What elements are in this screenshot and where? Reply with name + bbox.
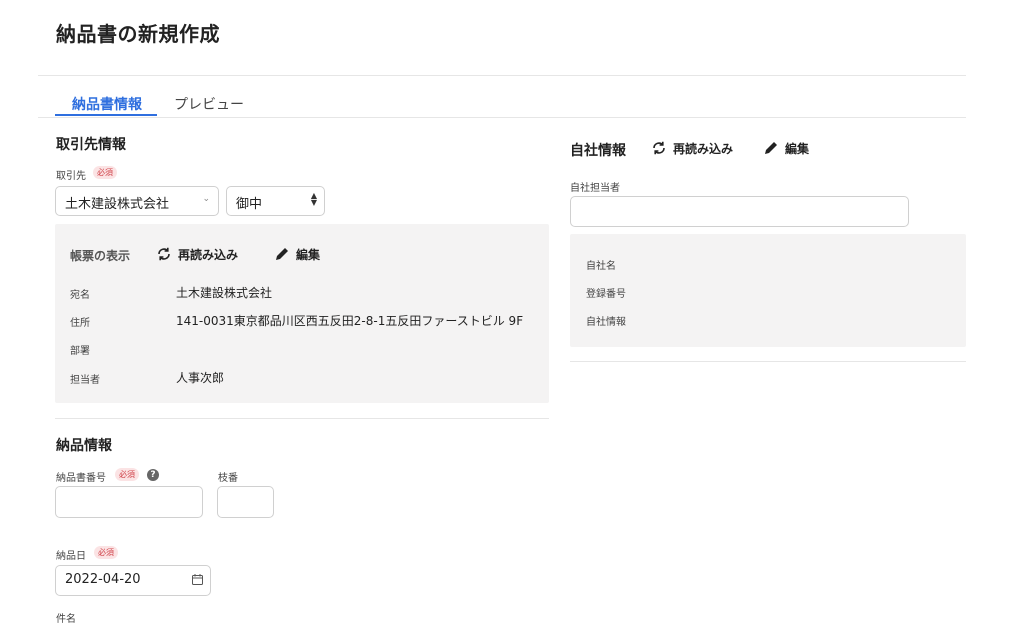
company-person-input[interactable]: [570, 196, 909, 227]
client-select-value: 土木建設株式会社: [65, 197, 170, 212]
row-label-company-name: 自社名: [586, 261, 616, 272]
client-select[interactable]: 土木建設株式会社 ⌄: [55, 186, 219, 216]
tabs-divider: [38, 117, 966, 118]
header-divider: [38, 75, 966, 76]
company-edit-label: 編集: [785, 142, 810, 156]
delivery-date-label: 納品日: [56, 551, 86, 562]
delivery-number-label: 納品書番号: [56, 473, 106, 484]
delivery-date-value: 2022-04-20: [65, 572, 141, 587]
display-edit-label: 編集: [296, 248, 321, 262]
reload-icon: [653, 141, 665, 155]
chevron-down-icon: ⌄: [202, 194, 210, 204]
row-label-company-info: 自社情報: [586, 317, 626, 328]
pencil-icon: [765, 142, 777, 154]
company-person-label: 自社担当者: [570, 183, 620, 194]
tab-delivery-info[interactable]: 納品書情報: [72, 94, 142, 114]
company-section-title: 自社情報: [570, 143, 626, 159]
company-reload-label: 再読み込み: [673, 142, 734, 156]
display-reload-label: 再読み込み: [178, 248, 239, 262]
row-value-recipient: 土木建設株式会社: [176, 286, 273, 300]
tab-preview[interactable]: プレビュー: [174, 94, 244, 114]
row-label-registration: 登録番号: [586, 289, 626, 300]
active-tab-indicator: [55, 114, 157, 116]
pencil-icon: [276, 248, 288, 260]
row-label-recipient: 宛名: [70, 290, 90, 301]
company-panel: [570, 234, 966, 347]
company-divider: [570, 361, 966, 362]
client-section-title: 取引先情報: [56, 137, 126, 153]
honorific-select[interactable]: 御中 ▲ ▼: [226, 186, 325, 216]
row-label-contact: 担当者: [70, 375, 100, 386]
branch-label: 枝番: [218, 473, 238, 484]
display-edit-button[interactable]: 編集: [274, 246, 320, 263]
branch-input[interactable]: [217, 486, 274, 518]
client-label: 取引先: [56, 171, 86, 182]
select-arrows-icon: ▲ ▼: [310, 191, 317, 207]
row-label-department: 部署: [70, 346, 90, 357]
delivery-number-input[interactable]: [55, 486, 203, 518]
subject-label: 件名: [56, 614, 76, 625]
display-title: 帳票の表示: [70, 249, 131, 263]
row-value-address: 141-0031東京都品川区西五反田2-8-1五反田ファーストビル 9F: [176, 314, 524, 328]
honorific-select-value: 御中: [236, 197, 263, 212]
row-value-contact: 人事次郎: [176, 371, 225, 385]
company-reload-button[interactable]: 再読み込み: [651, 140, 733, 157]
row-label-address: 住所: [70, 318, 90, 329]
page-title: 納品書の新規作成: [56, 22, 220, 46]
display-reload-button[interactable]: 再読み込み: [156, 246, 238, 263]
required-badge: 必須: [93, 166, 117, 179]
calendar-icon[interactable]: [191, 573, 204, 586]
required-badge: 必須: [115, 468, 139, 481]
reload-icon: [158, 247, 170, 261]
help-icon[interactable]: ?: [147, 469, 159, 481]
required-badge: 必須: [94, 546, 118, 559]
client-divider: [55, 418, 549, 419]
company-edit-button[interactable]: 編集: [763, 140, 809, 157]
delivery-section-title: 納品情報: [56, 438, 112, 454]
delivery-date-input[interactable]: 2022-04-20: [55, 565, 211, 596]
